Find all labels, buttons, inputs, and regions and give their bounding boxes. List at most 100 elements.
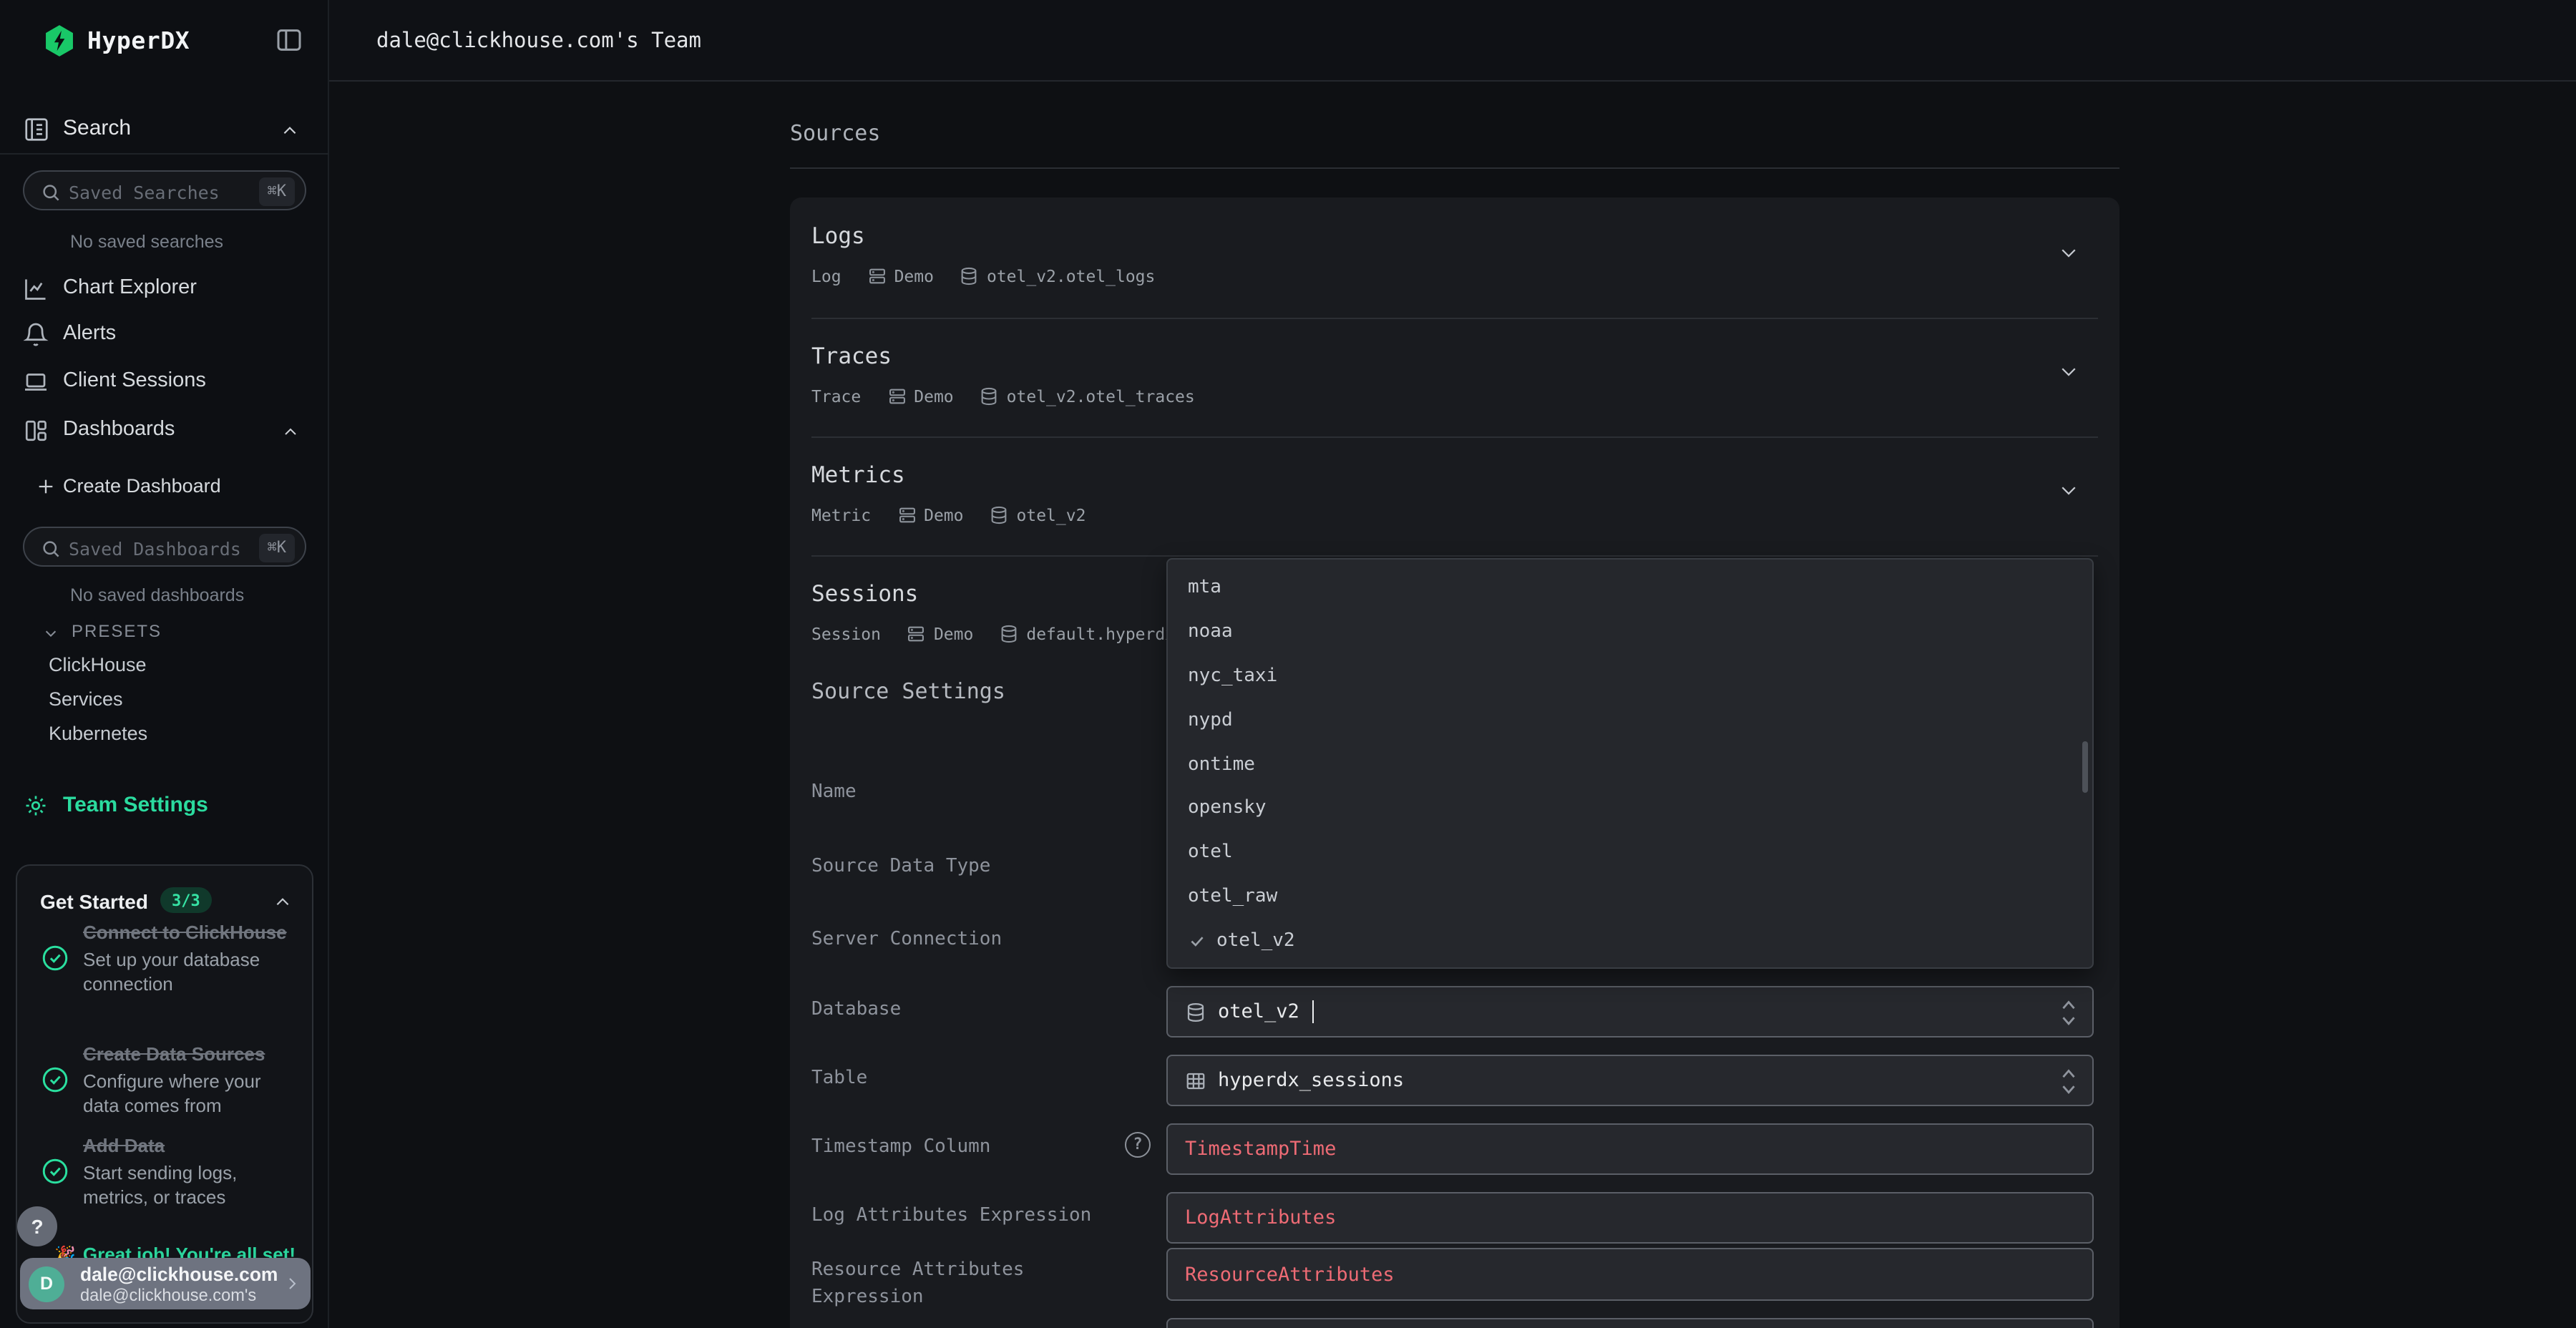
step-desc: Set up your database connection [83,947,292,995]
select-chevrons-icon[interactable] [2059,997,2078,1029]
get-started-item-connect[interactable]: Connect to ClickHouse Set up your databa… [40,920,298,995]
database-icon [980,386,1000,406]
dropdown-option[interactable]: mta [1168,565,2092,610]
select-chevrons-icon[interactable] [2059,1066,2078,1098]
preset-clickhouse[interactable]: ClickHouse [49,654,147,675]
database-select[interactable]: otel_v2 [1166,986,2094,1038]
chevron-down-icon[interactable] [2058,479,2079,501]
saved-dashboards-input[interactable]: Saved Dashboards ⌘K [23,527,306,567]
connection-name: Demo [934,624,973,644]
dropdown-scrollbar[interactable] [2082,741,2088,793]
source-card-title-traces: Traces [811,343,892,369]
check-circle-icon [40,1065,70,1095]
get-started-item-add-data[interactable]: Add Data Start sending logs, metrics, or… [40,1133,298,1209]
chevron-up-icon[interactable] [273,893,292,912]
timestamp-column-input[interactable]: TimestampTime [1166,1123,2094,1175]
help-circle-icon[interactable]: ? [1125,1132,1151,1158]
resource-attributes-input[interactable]: ResourceAttributes [1166,1248,2094,1301]
user-team: dale@clickhouse.com's [80,1285,256,1305]
no-saved-searches-text: No saved searches [70,232,223,252]
server-icon [887,386,907,406]
source-card-meta: Metric Demo otel_v2 [811,505,1085,525]
source-type: Session [811,624,881,644]
source-settings-heading: Source Settings [811,678,1005,704]
preset-services[interactable]: Services [49,688,123,710]
dropdown-option[interactable]: otel_raw [1168,874,2092,919]
app-title: HyperDX [87,27,190,54]
chevron-down-icon[interactable] [2058,242,2079,263]
preset-kubernetes[interactable]: Kubernetes [49,723,147,744]
server-icon [867,266,887,286]
sources-divider [790,167,2119,169]
table-select[interactable]: hyperdx_sessions [1166,1055,2094,1106]
dropdown-option[interactable]: opensky [1168,786,2092,831]
table-name: otel_v2 [1017,505,1086,525]
table-value: hyperdx_sessions [1218,1069,1404,1092]
timestamp-column-value: TimestampTime [1185,1138,1336,1161]
dropdown-option-selected[interactable]: otel_v2 [1168,919,2092,963]
check-icon [1188,932,1206,950]
step-desc: Start sending logs, metrics, or traces [83,1160,292,1209]
search-section-header[interactable]: Search [0,109,329,152]
dropdown-option[interactable]: ontime [1168,742,2092,786]
sidebar-item-dashboards[interactable]: Dashboards [0,409,329,452]
get-started-progress-badge: 3/3 [160,887,212,913]
database-icon [960,266,980,286]
source-card-title-metrics: Metrics [811,462,905,488]
sidebar-divider [0,153,329,155]
app-root: HyperDX Search Saved Searches ⌘K No save… [0,0,2576,1328]
avatar: D [29,1266,64,1302]
server-icon [907,624,927,644]
database-value: otel_v2 [1218,1000,1299,1023]
bell-icon [23,322,49,348]
label-timestamp-column: Timestamp Column [811,1133,1112,1161]
log-attributes-value: LogAttributes [1185,1206,1336,1229]
sidebar-collapse-icon[interactable] [275,26,303,54]
team-settings-button[interactable]: Team Settings [0,784,329,827]
get-started-title: Get Started [40,890,148,913]
sidebar-item-label: Dashboards [63,418,175,441]
label-server-connection: Server Connection [811,926,1112,953]
sidebar-item-alerts[interactable]: Alerts [0,313,329,356]
label-table: Table [811,1065,1112,1092]
database-dropdown: mta noaa nyc_taxi nypd ontime opensky ot… [1166,558,2094,969]
user-card[interactable]: D dale@clickhouse.com dale@clickhouse.co… [20,1258,311,1309]
label-log-attributes: Log Attributes Expression [811,1202,1112,1229]
database-icon [990,505,1010,525]
dropdown-option[interactable]: nyc_taxi [1168,654,2092,698]
table-icon [1185,1070,1206,1091]
connection-name: Demo [924,505,963,525]
get-started-item-sources[interactable]: Create Data Sources Configure where your… [40,1042,298,1117]
chevron-up-icon[interactable] [282,424,299,441]
sidebar-item-label: Alerts [63,322,116,345]
source-card-meta: Session Demo default.hyperdx_s [811,624,1195,644]
resource-attributes-value: ResourceAttributes [1185,1263,1395,1286]
card-divider [811,318,2098,319]
shortcut-badge: ⌘K [259,534,296,562]
source-card-meta: Log Demo otel_v2.otel_logs [811,266,1155,286]
connection-name: Demo [894,266,934,286]
sidebar: HyperDX Search Saved Searches ⌘K No save… [0,0,329,1328]
check-circle-icon [40,1156,70,1186]
table-name: otel_v2.otel_traces [1007,386,1195,406]
search-icon [40,181,62,202]
help-button[interactable]: ? [17,1206,57,1246]
sidebar-item-chart-explorer[interactable]: Chart Explorer [0,268,329,311]
chevron-down-icon[interactable] [2058,361,2079,382]
plus-icon [36,477,56,497]
chevron-up-icon[interactable] [280,122,299,140]
log-attributes-input[interactable]: LogAttributes [1166,1192,2094,1244]
create-dashboard-button[interactable]: Create Dashboard [0,467,329,509]
text-cursor [1312,1000,1314,1023]
saved-searches-placeholder: Saved Searches [69,182,220,203]
shortcut-badge: ⌘K [259,177,296,206]
dropdown-option[interactable]: nypd [1168,698,2092,742]
chevron-down-icon [43,625,59,641]
next-field-input[interactable] [1166,1318,2094,1328]
chevron-right-icon [283,1275,301,1292]
sidebar-item-client-sessions[interactable]: Client Sessions [0,361,329,404]
topbar: dale@clickhouse.com's Team [329,0,2576,82]
saved-searches-input[interactable]: Saved Searches ⌘K [23,170,306,210]
dropdown-option[interactable]: otel [1168,831,2092,875]
dropdown-option[interactable]: noaa [1168,610,2092,654]
